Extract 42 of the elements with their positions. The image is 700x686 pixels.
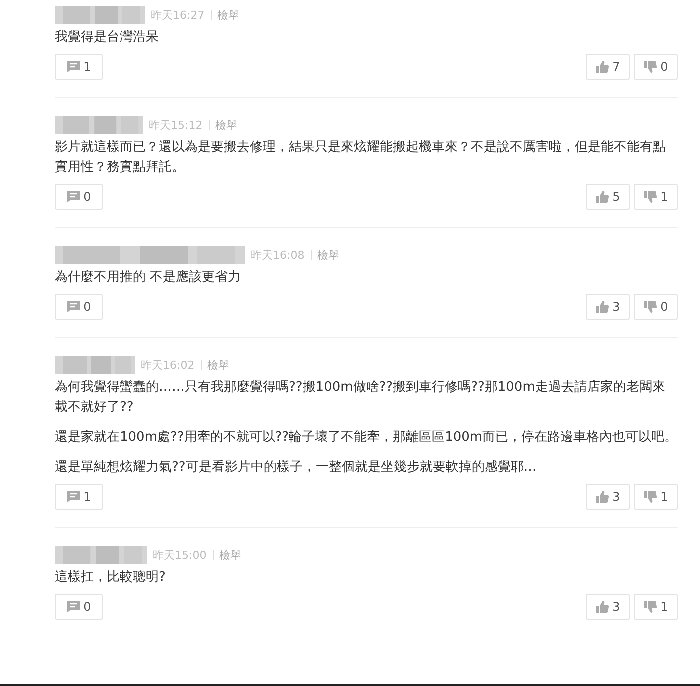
dislike-button[interactable]: 1 bbox=[634, 484, 678, 510]
reply-button[interactable]: 1 bbox=[55, 484, 103, 510]
comment-text: 還是家就在100m處??用牽的不就可以??輪子壞了不能牽，那離區區100m而已，停在路邊車格內也可以吧。 bbox=[55, 429, 678, 447]
comment-time: 昨天16:02 bbox=[141, 358, 195, 372]
reply-button[interactable]: 0 bbox=[55, 184, 103, 210]
comment-text: 為何我覺得蠻蠢的……只有我那麼覺得嗎??搬100m做啥??搬到車行修嗎??那100m走過去請店家的老闆來載不就好了?? bbox=[55, 379, 666, 417]
comment-text: 還是單純想炫耀力氣??可是看影片中的樣子，一整個就是坐幾步就要軟掉的感覺耶… bbox=[55, 459, 538, 477]
comment-time: 昨天15:12 bbox=[149, 118, 203, 132]
comment-icon bbox=[66, 61, 80, 73]
comment-time: 昨天16:08 bbox=[251, 248, 305, 262]
dislike-button[interactable]: 0 bbox=[634, 294, 678, 320]
comment-icon bbox=[66, 601, 80, 613]
thumbs-down-icon bbox=[644, 301, 657, 313]
like-button[interactable]: 3 bbox=[586, 594, 630, 620]
thumbs-up-icon bbox=[596, 301, 609, 313]
comment-text: 為什麼不用推的 不是應該更省力 bbox=[55, 269, 242, 287]
dislike-button[interactable]: 1 bbox=[634, 594, 678, 620]
like-button[interactable]: 3 bbox=[586, 294, 630, 320]
reply-button[interactable]: 1 bbox=[55, 54, 103, 80]
thumbs-up-icon bbox=[596, 491, 609, 503]
comment-icon bbox=[66, 491, 80, 503]
comment-time: 昨天15:00 bbox=[153, 548, 207, 562]
like-button[interactable]: 3 bbox=[586, 484, 630, 510]
comment-icon bbox=[66, 301, 80, 313]
like-button[interactable]: 7 bbox=[586, 54, 630, 80]
thumbs-up-icon bbox=[596, 191, 609, 203]
thumbs-down-icon bbox=[644, 61, 657, 73]
reply-button[interactable]: 0 bbox=[55, 594, 103, 620]
like-button[interactable]: 5 bbox=[586, 184, 630, 210]
reply-button[interactable]: 0 bbox=[55, 294, 103, 320]
thumbs-down-icon bbox=[644, 191, 657, 203]
thumbs-down-icon bbox=[644, 601, 657, 613]
dislike-button[interactable]: 0 bbox=[634, 54, 678, 80]
thumbs-down-icon bbox=[644, 491, 657, 503]
comment-icon bbox=[66, 191, 80, 203]
comment-time: 昨天16:27 bbox=[151, 8, 205, 22]
dislike-button[interactable]: 1 bbox=[634, 184, 678, 210]
comment-text: 我覺得是台灣浩呆 bbox=[55, 29, 160, 47]
comment-text: 影片就這樣而已？還以為是要搬去修理，結果只是來炫耀能搬起機車來？不是說不厲害啦，但是能不能有點實用性？務實點拜託。 bbox=[55, 139, 667, 177]
thumbs-up-icon bbox=[596, 61, 609, 73]
thumbs-up-icon bbox=[596, 601, 609, 613]
comment-text: 這樣扛，比較聰明? bbox=[55, 569, 167, 587]
